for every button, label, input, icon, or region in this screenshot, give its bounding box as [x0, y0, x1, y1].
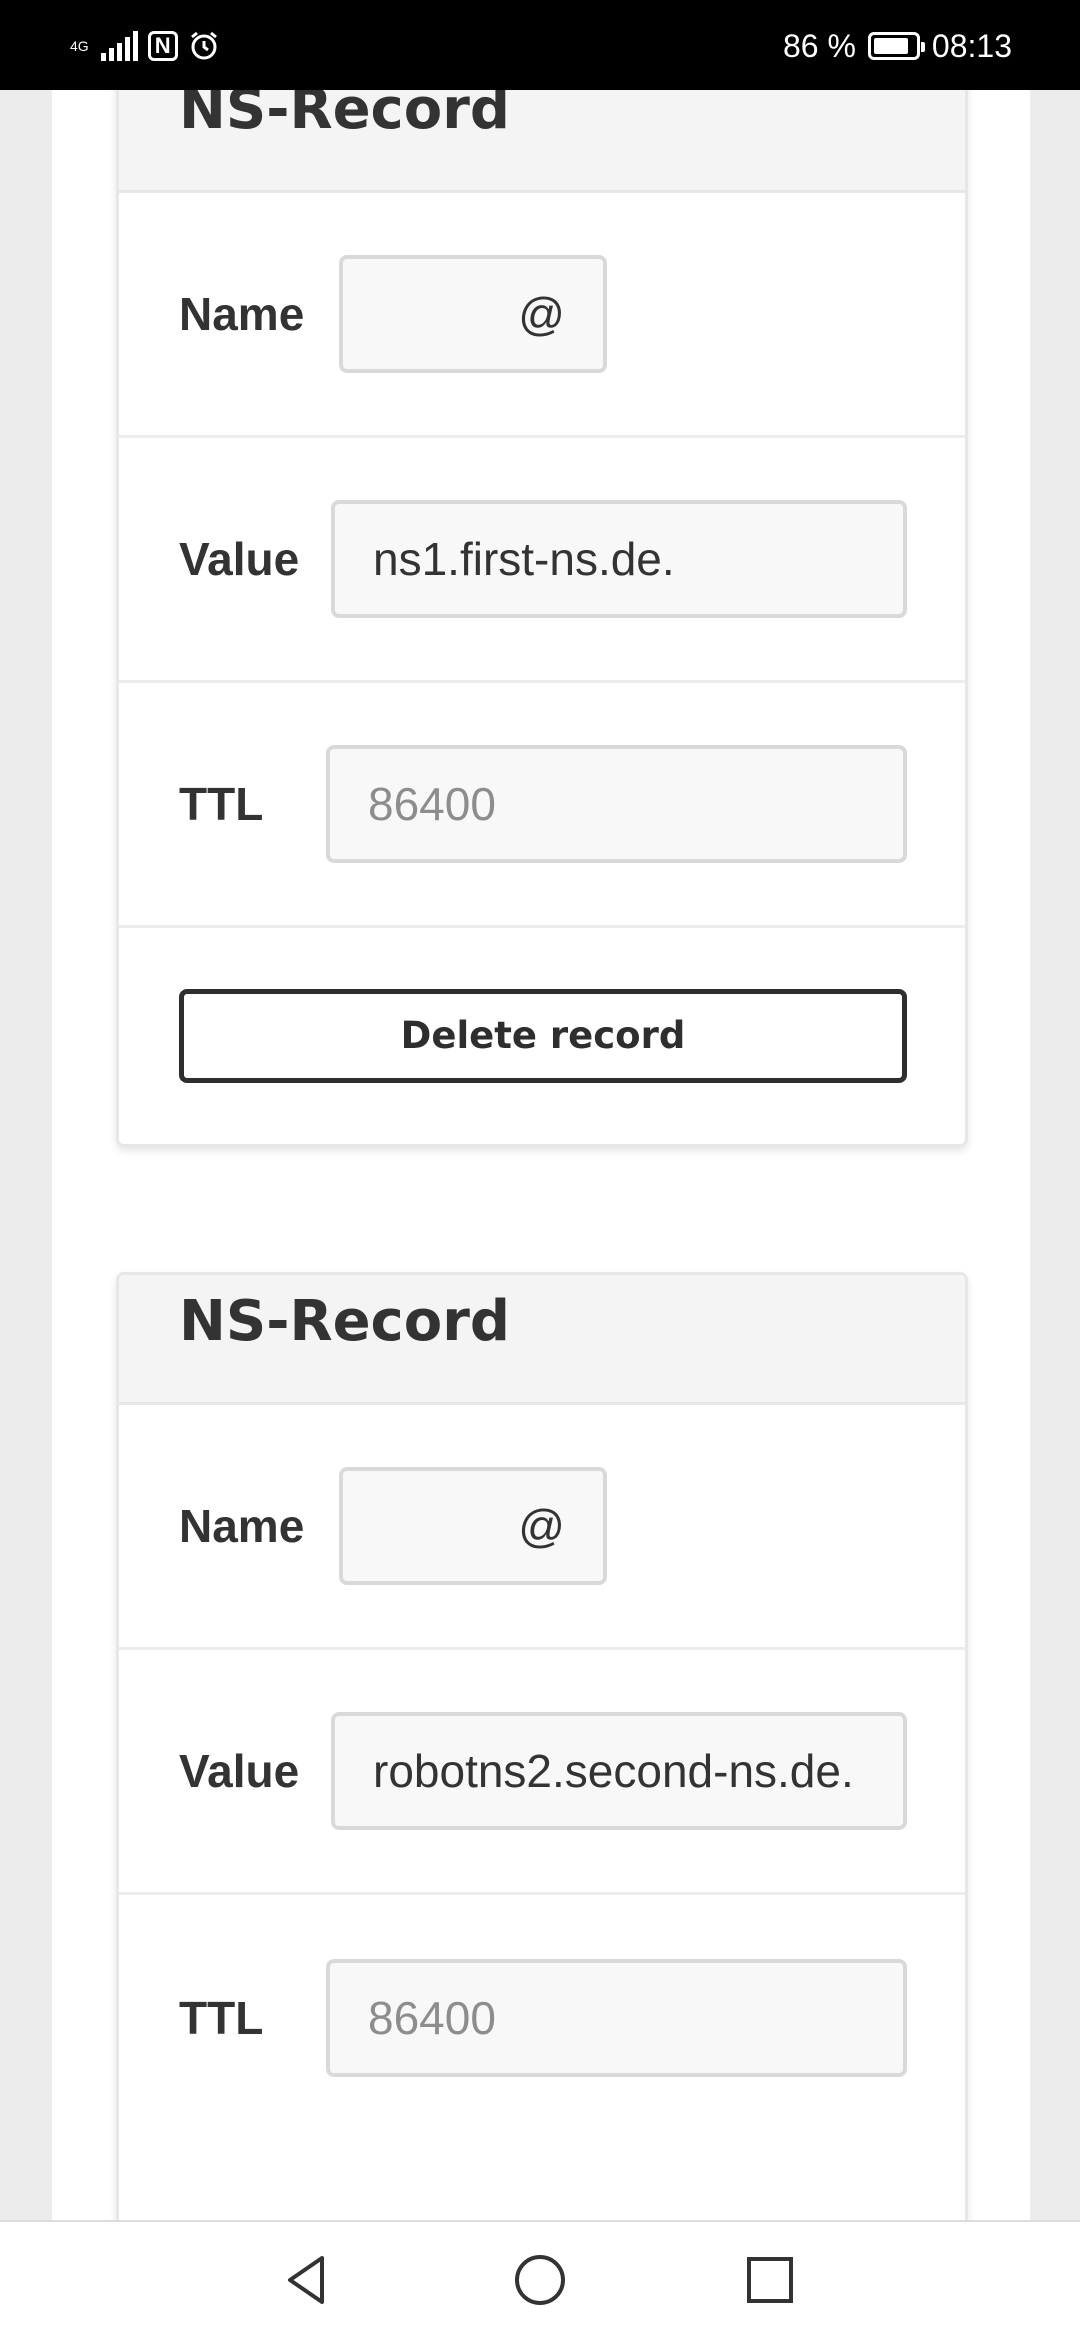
value-input[interactable]: ns1.first-ns.de. — [331, 500, 907, 618]
ttl-input[interactable]: 86400 — [326, 745, 907, 863]
ttl-label: TTL — [179, 778, 264, 830]
network-type: 4G — [70, 39, 89, 53]
ttl-input[interactable]: 86400 — [326, 1958, 907, 2077]
name-label: Name — [179, 1500, 305, 1552]
nfc-icon: N — [147, 31, 178, 61]
delete-record-button[interactable]: Delete record — [179, 989, 907, 1083]
page-content[interactable]: NS-Record Name @ Value ns1.first-ns.de. … — [52, 60, 1030, 2252]
ns-record-card: NS-Record Name @ Value robotns2.second-n… — [116, 1272, 968, 2252]
home-icon[interactable] — [508, 2248, 572, 2312]
recent-apps-icon[interactable] — [738, 2248, 802, 2312]
delete-row: Delete record — [119, 928, 965, 1144]
status-left: 4G N — [70, 24, 220, 68]
battery-icon — [867, 32, 925, 60]
value-row: Value ns1.first-ns.de. — [119, 438, 965, 683]
network-type-label: 4G — [70, 38, 89, 54]
battery-percent: 86 % — [782, 27, 856, 64]
value-label: Value — [179, 1745, 300, 1797]
ttl-label: TTL — [179, 1991, 264, 2044]
signal-icon — [100, 31, 138, 61]
value-input[interactable]: robotns2.second-ns.de. — [331, 1712, 907, 1830]
navigation-bar — [0, 2220, 1080, 2340]
battery-fill — [873, 38, 909, 54]
card-header: NS-Record — [119, 1275, 965, 1405]
value-label: Value — [179, 533, 300, 585]
status-bar: 4G N 86 % 08:13 — [0, 0, 1080, 90]
card-title: NS-Record — [179, 1289, 510, 1354]
ttl-row: TTL 86400 — [119, 683, 965, 928]
name-label: Name — [179, 288, 305, 340]
status-right: 86 % 08:13 — [783, 24, 1012, 68]
value-row: Value robotns2.second-ns.de. — [119, 1650, 965, 1895]
name-row: Name @ — [119, 193, 965, 438]
name-input[interactable]: @ — [339, 255, 607, 373]
alarm-icon — [190, 31, 217, 60]
ns-record-card: NS-Record Name @ Value ns1.first-ns.de. … — [116, 60, 968, 1147]
back-icon[interactable] — [276, 2248, 340, 2312]
name-row: Name @ — [119, 1405, 965, 1650]
clock: 08:13 — [931, 27, 1012, 64]
ttl-row: TTL 86400 — [119, 1895, 965, 2140]
name-input[interactable]: @ — [339, 1467, 607, 1585]
